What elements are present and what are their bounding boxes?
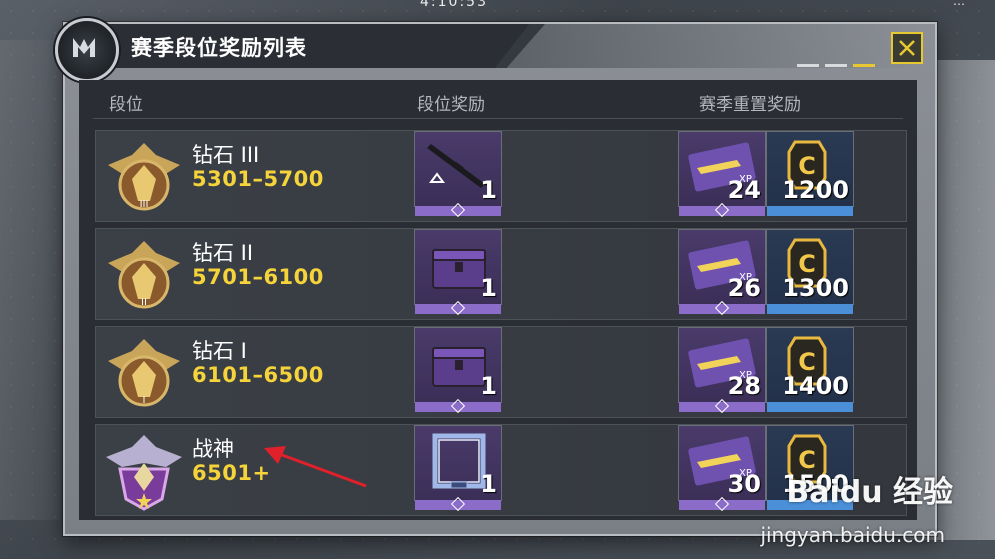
codm-logo-icon (55, 18, 119, 82)
svg-text:I: I (143, 395, 146, 406)
annotation-arrow-icon (264, 446, 367, 488)
credits-tile[interactable]: C 1200 (766, 131, 854, 216)
rank-name: 钻石 II (192, 241, 254, 265)
rank-name: 战神 (192, 437, 234, 461)
xp-card-qty: 28 (727, 372, 761, 400)
panel-title: 赛季段位奖励列表 (131, 36, 307, 60)
rank-reward-tile[interactable]: 1 (414, 229, 502, 316)
credits-qty: 1400 (782, 372, 849, 400)
credits-tile[interactable]: C 1300 (766, 229, 854, 314)
status-right: … (953, 0, 965, 8)
diamond-rank-emblem-icon: I (108, 339, 180, 407)
header-divider (93, 118, 903, 119)
background-ghost-left (0, 40, 60, 520)
svg-text:II: II (141, 297, 147, 308)
rank-score-range: 5301–5700 (192, 167, 324, 191)
legendary-rank-emblem-icon (106, 435, 182, 511)
xp-card-tile[interactable]: XP 24 (678, 131, 766, 218)
diamond-rank-emblem-icon: III (108, 143, 180, 211)
xp-card-qty: 26 (727, 274, 761, 302)
rank-name: 钻石 III (192, 143, 260, 167)
season-rank-rewards-panel: 赛季段位奖励列表 段位 段位奖励 赛季重置奖励 III 钻石 III 5301–… (55, 18, 937, 536)
rarity-bar (767, 402, 853, 412)
xp-card-tile[interactable]: XP 26 (678, 229, 766, 316)
col-header-rank: 段位 (109, 95, 143, 115)
reward-qty: 1 (480, 274, 497, 302)
rank-reward-tile[interactable]: 1 (414, 131, 502, 218)
reward-qty: 1 (480, 372, 497, 400)
baidu-watermark: Baidu 经验 (786, 475, 953, 510)
table-row[interactable]: I 钻石 I 6101–6500 1 XP 28 C 1400 (95, 326, 907, 418)
col-header-season-reset-reward: 赛季重置奖励 (699, 95, 801, 115)
page-dot (797, 64, 819, 67)
page-dot (825, 64, 847, 67)
page-indicator (797, 64, 875, 67)
col-header-rank-reward: 段位奖励 (417, 95, 485, 115)
reward-qty: 1 (480, 470, 497, 498)
credits-qty: 1200 (782, 176, 849, 204)
close-x-icon (899, 40, 915, 56)
diamond-rank-emblem-icon: II (108, 241, 180, 309)
baidu-watermark-url: jingyan.baidu.com (760, 523, 945, 547)
rewards-table[interactable]: 段位 段位奖励 赛季重置奖励 III 钻石 III 5301–5700 1 XP… (79, 80, 917, 520)
xp-card-qty: 24 (727, 176, 761, 204)
rarity-bar (767, 206, 853, 216)
table-row[interactable]: II 钻石 II 5701–6100 1 XP 26 C 1300 (95, 228, 907, 320)
rank-reward-tile[interactable]: 1 (414, 327, 502, 414)
status-time: 4:10:53 (420, 0, 488, 10)
rank-score-range: 5701–6100 (192, 265, 324, 289)
credits-tile[interactable]: C 1400 (766, 327, 854, 412)
rarity-bar (767, 304, 853, 314)
reward-qty: 1 (480, 176, 497, 204)
xp-card-tile[interactable]: XP 28 (678, 327, 766, 414)
rank-reward-tile[interactable]: 1 (414, 425, 502, 512)
close-button[interactable] (891, 32, 923, 64)
rank-score-range: 6101–6500 (192, 363, 324, 387)
rank-name: 钻石 I (192, 339, 247, 363)
page-dot-active (853, 64, 875, 67)
header-stripe (495, 24, 925, 68)
svg-text:III: III (140, 199, 149, 210)
xp-card-tile[interactable]: XP 30 (678, 425, 766, 512)
table-header: 段位 段位奖励 赛季重置奖励 (79, 90, 917, 115)
credits-qty: 1300 (782, 274, 849, 302)
table-row[interactable]: III 钻石 III 5301–5700 1 XP 24 C 1200 (95, 130, 907, 222)
xp-card-qty: 30 (727, 470, 761, 498)
